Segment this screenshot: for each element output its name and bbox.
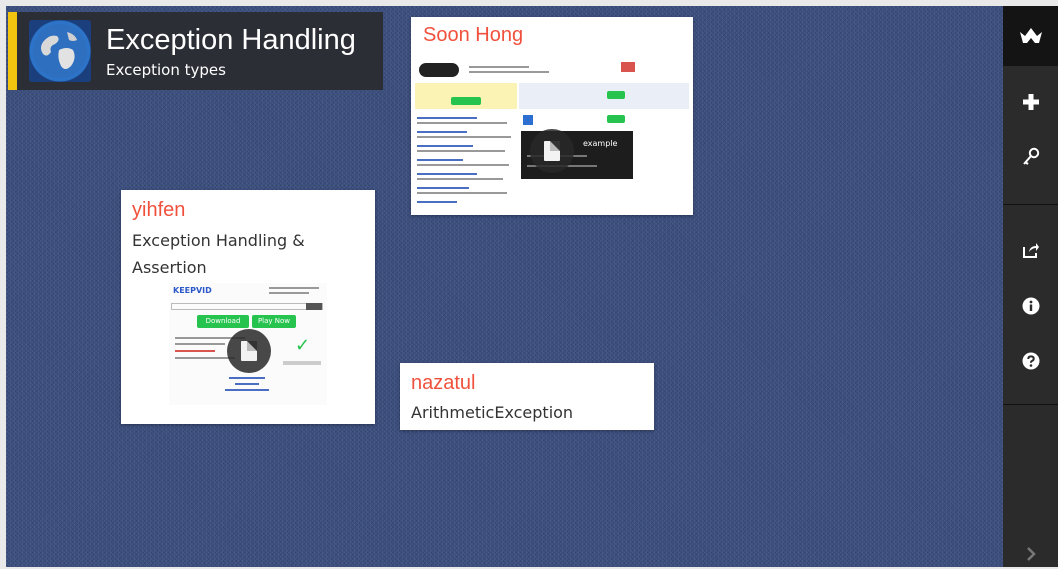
post-thumbnail[interactable]: KEEPVID Download Play Now ✓ [169, 283, 327, 405]
wall-header: Exception Handling Exception types [8, 12, 383, 90]
toolbar-sidebar [1003, 6, 1058, 567]
post-card[interactable]: nazatul ArithmeticException [400, 363, 654, 430]
play-now-button[interactable]: Play Now [252, 315, 296, 328]
wall-subtitle: Exception types [106, 61, 226, 79]
post-thumbnail[interactable]: example [411, 57, 693, 215]
download-button[interactable]: Download [197, 315, 249, 328]
post-author: Soon Hong [423, 24, 524, 46]
globe-icon [29, 20, 91, 82]
thumbnail-brand: KEEPVID [173, 286, 212, 295]
plus-icon[interactable] [1003, 82, 1058, 122]
share-icon[interactable] [1003, 230, 1058, 270]
thumbnail-overlay-text: example [583, 139, 618, 148]
crown-icon[interactable] [1003, 6, 1058, 66]
post-card[interactable]: yihfen Exception Handling & Assertion KE… [121, 190, 375, 424]
info-icon[interactable] [1003, 286, 1058, 326]
post-card[interactable]: Soon Hong example [411, 17, 693, 215]
post-author: yihfen [132, 199, 186, 221]
chevron-right-icon[interactable] [1003, 539, 1058, 569]
help-icon[interactable] [1003, 341, 1058, 381]
post-author: nazatul [411, 372, 476, 394]
document-icon [227, 329, 271, 373]
wall-title: Exception Handling [106, 24, 356, 56]
post-caption: ArithmeticException [411, 403, 574, 422]
header-accent-bar [8, 12, 17, 90]
post-caption: Exception Handling & Assertion [132, 231, 305, 277]
document-icon [530, 129, 574, 173]
key-icon[interactable] [1003, 137, 1058, 177]
